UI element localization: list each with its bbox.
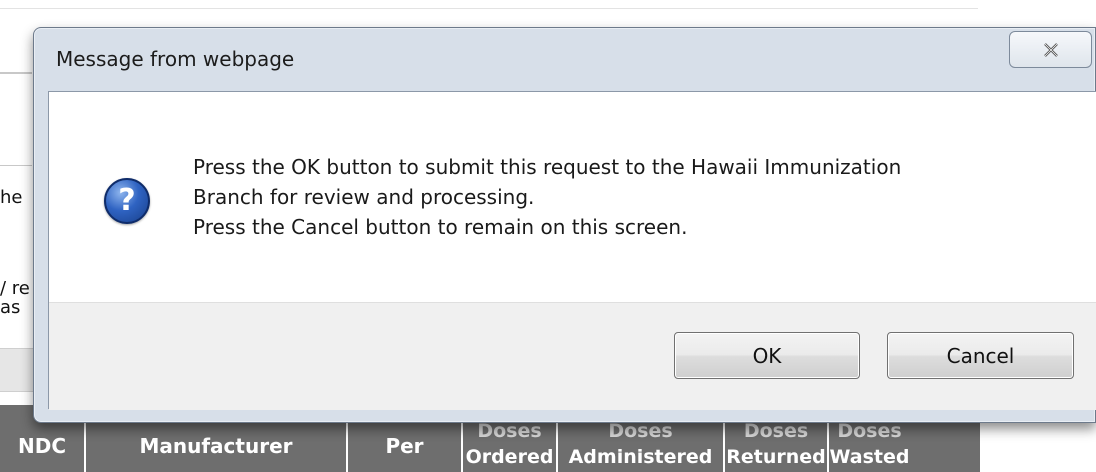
message-line: Branch for review and processing. <box>193 185 535 209</box>
dialog-title: Message from webpage <box>56 47 295 71</box>
message-dialog: Message from webpage ? Press the OK butt… <box>33 27 1096 423</box>
ok-button[interactable]: OK <box>674 332 860 379</box>
close-button[interactable] <box>1009 31 1092 68</box>
cancel-button[interactable]: Cancel <box>887 332 1074 379</box>
background-divider <box>0 72 32 74</box>
question-icon: ? <box>104 178 150 224</box>
message-line: Press the OK button to submit this reque… <box>193 155 902 179</box>
dialog-content: ? Press the OK button to submit this req… <box>49 92 1096 302</box>
close-icon <box>1043 42 1058 57</box>
background-top-border <box>0 8 978 9</box>
background-text-fragment: / re <box>0 278 30 299</box>
dialog-message: Press the OK button to submit this reque… <box>193 152 1073 242</box>
message-line: Press the Cancel button to remain on thi… <box>193 215 688 239</box>
background-text-fragment: as <box>0 297 21 318</box>
dialog-body: ? Press the OK button to submit this req… <box>48 91 1096 410</box>
background-text-fragment: he <box>0 187 23 208</box>
background-divider <box>0 165 32 166</box>
